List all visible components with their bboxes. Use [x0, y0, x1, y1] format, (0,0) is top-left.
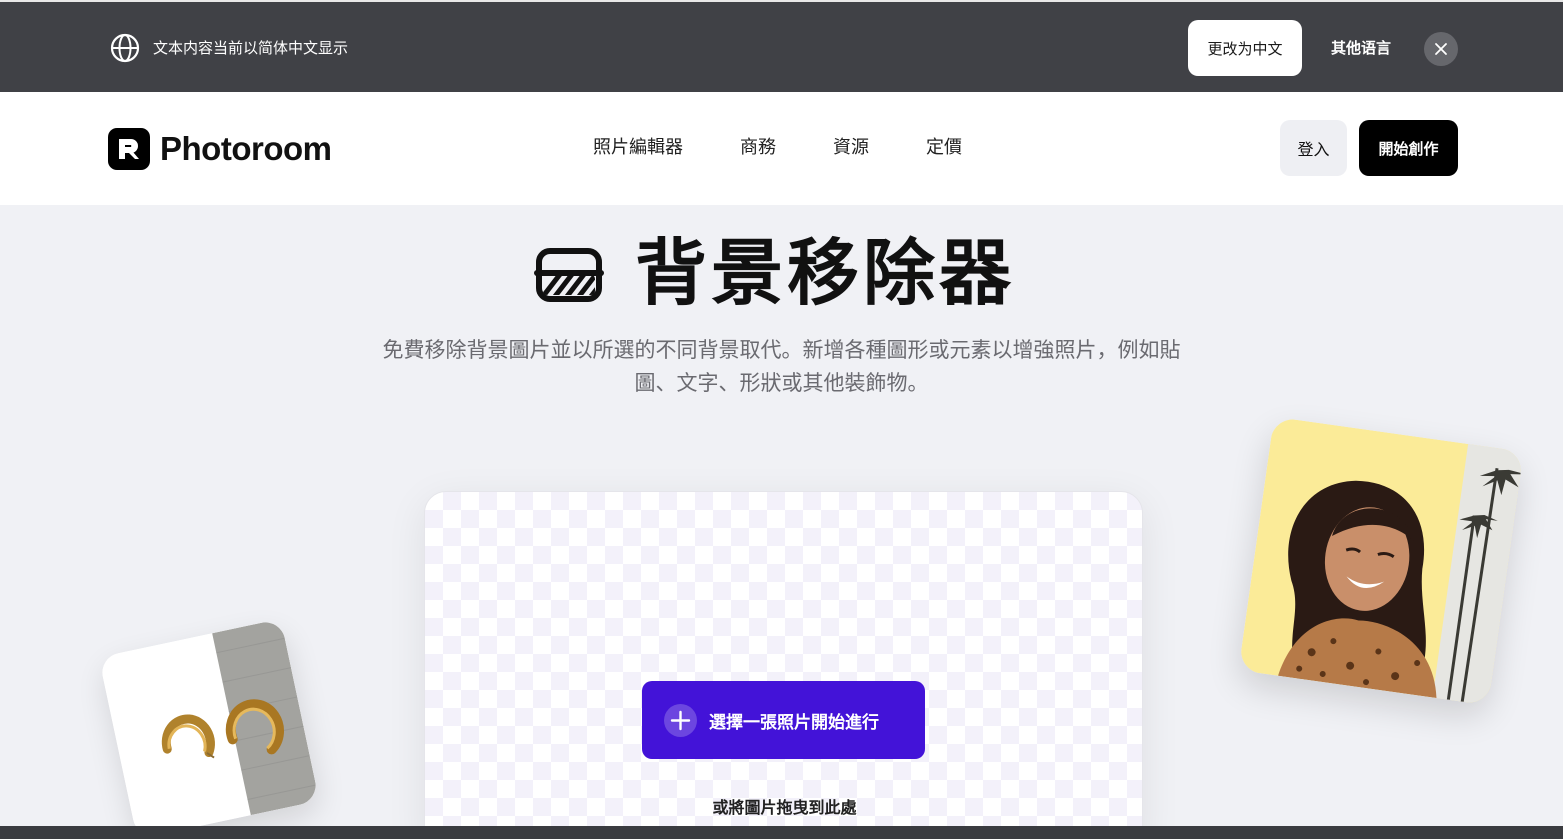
other-languages-link[interactable]: 其他语言 [1331, 38, 1391, 58]
plus-icon [664, 703, 697, 737]
main-nav: 照片編輯器 商務 資源 定價 [593, 136, 1019, 160]
upload-dropzone[interactable]: 選擇一張照片開始進行 或將圖片拖曳到此處 [424, 491, 1143, 839]
brand-name: Photoroom [160, 130, 332, 167]
nav-photo-editor[interactable]: 照片編輯器 [593, 136, 683, 160]
drop-hint: 或將圖片拖曳到此處 [712, 798, 857, 817]
photoroom-logo-icon [108, 128, 150, 170]
language-banner: 文本内容当前以简体中文显示 更改为中文 其他语言 [0, 0, 1563, 92]
site-header: Photoroom 照片編輯器 商務 資源 定價 登入 開始創作 [0, 92, 1563, 205]
globe-icon [110, 33, 140, 63]
choose-photo-button[interactable]: 選擇一張照片開始進行 [642, 681, 925, 759]
nav-pricing[interactable]: 定價 [926, 136, 962, 160]
background-remover-icon [534, 248, 604, 302]
change-language-button[interactable]: 更改为中文 [1188, 20, 1302, 76]
nav-business[interactable]: 商務 [740, 136, 776, 160]
choose-photo-label: 選擇一張照片開始進行 [709, 712, 879, 733]
language-notice: 文本内容当前以简体中文显示 [153, 39, 349, 57]
login-button[interactable]: 登入 [1280, 120, 1347, 176]
hero-heading: 背景移除器 [533, 230, 1015, 316]
taskbar-strip [0, 826, 1563, 839]
brand-logo[interactable]: Photoroom [108, 128, 332, 170]
portrait-example-image [1238, 416, 1524, 706]
page-title: 背景移除器 [635, 231, 1016, 315]
close-banner-button[interactable] [1424, 32, 1458, 66]
earring-example-image [98, 618, 320, 839]
close-icon [1435, 43, 1447, 55]
hero-description: 免費移除背景圖片並以所選的不同背景取代。新增各種圖形或元素以增強照片，例如貼圖、… [382, 338, 1181, 395]
start-creating-button[interactable]: 開始創作 [1359, 120, 1458, 176]
nav-resources[interactable]: 資源 [833, 136, 869, 160]
